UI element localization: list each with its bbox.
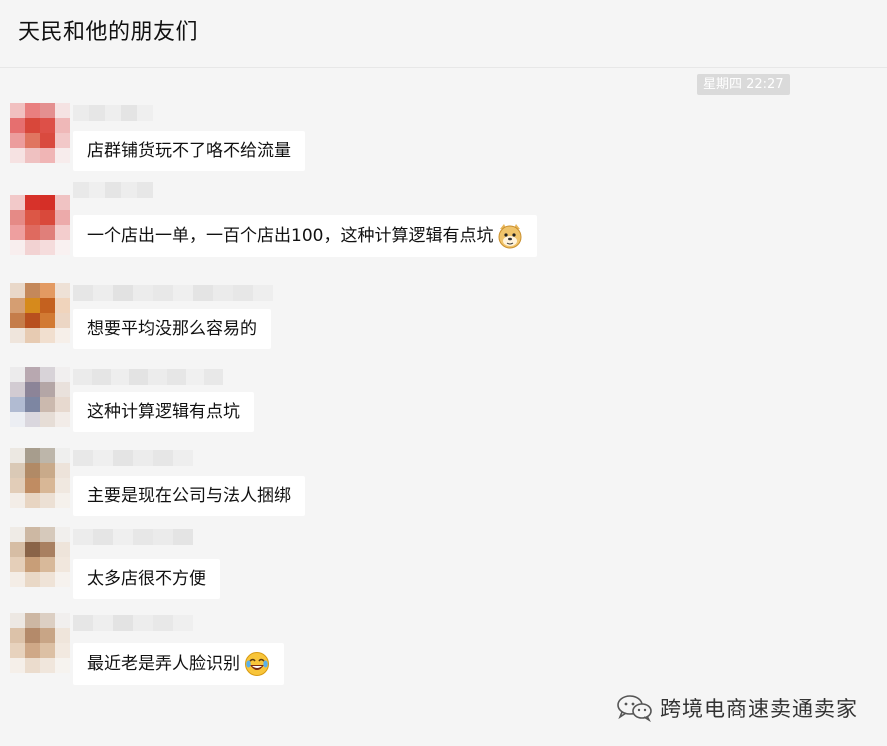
timestamp-badge: 星期四 22:27 (697, 74, 790, 95)
wechat-icon (616, 694, 654, 723)
avatar[interactable] (10, 367, 70, 427)
message-bubble[interactable]: 想要平均没那么容易的 (73, 309, 271, 349)
avatar[interactable] (10, 613, 70, 673)
message-bubble[interactable]: 这种计算逻辑有点坑 (73, 392, 254, 432)
avatar[interactable] (10, 527, 70, 587)
message-bubble[interactable]: 太多店很不方便 (73, 559, 220, 599)
watermark: 跨境电商速卖通卖家 (616, 693, 858, 723)
nickname-blur (73, 450, 193, 466)
watermark-text: 跨境电商速卖通卖家 (660, 697, 858, 721)
avatar[interactable] (10, 195, 70, 255)
nickname-blur (73, 529, 193, 545)
message-text: 这种计算逻辑有点坑 (87, 402, 240, 422)
chat-header: 天民和他的朋友们 (0, 0, 887, 68)
avatar[interactable] (10, 103, 70, 163)
nickname-blur (73, 369, 223, 385)
avatar[interactable] (10, 283, 70, 343)
chat-title[interactable]: 天民和他的朋友们 (18, 18, 198, 48)
laughing-crying-face-icon (244, 651, 270, 677)
message-bubble[interactable]: 一个店出一单，一百个店出100，这种计算逻辑有点坑 (73, 215, 538, 257)
message-text: 最近老是弄人脸识别 (87, 654, 240, 674)
nickname-blur (73, 182, 153, 198)
message-text: 店群铺货玩不了咯不给流量 (87, 141, 291, 161)
nickname-blur (73, 615, 193, 631)
nickname-blur (73, 105, 153, 121)
chat-title-area: 天民和他的朋友们 (18, 18, 198, 48)
avatar[interactable] (10, 448, 70, 508)
message-bubble[interactable]: 最近老是弄人脸识别 (73, 643, 284, 685)
doge-face-icon (497, 223, 523, 249)
message-text: 太多店很不方便 (87, 569, 206, 589)
nickname-blur (73, 285, 273, 301)
message-text: 主要是现在公司与法人捆绑 (87, 486, 291, 506)
message-text: 一个店出一单，一百个店出100，这种计算逻辑有点坑 (87, 226, 494, 246)
message-text: 想要平均没那么容易的 (87, 319, 257, 339)
message-bubble[interactable]: 主要是现在公司与法人捆绑 (73, 476, 305, 516)
message-bubble[interactable]: 店群铺货玩不了咯不给流量 (73, 131, 305, 171)
